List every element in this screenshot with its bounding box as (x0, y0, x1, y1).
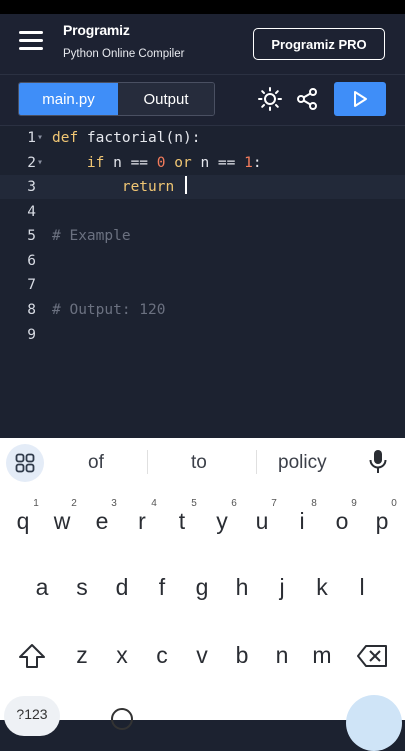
app-header: Programiz Python Online Compiler Program… (0, 14, 405, 75)
tab-main-py[interactable]: main.py (19, 83, 118, 115)
fold-chevron-icon[interactable]: ▾ (37, 151, 43, 175)
code-keyword: if (86, 154, 105, 171)
code-comment: # Output: 120 (52, 302, 166, 318)
key-r[interactable]: r (127, 508, 157, 535)
fold-chevron-icon[interactable]: ▾ (37, 126, 43, 150)
key-o[interactable]: o (327, 508, 357, 535)
keyboard-menu-button[interactable] (6, 444, 44, 482)
programiz-logo[interactable]: Programiz (63, 22, 130, 38)
code-line[interactable]: 1 ▾ def factorial(n): (0, 126, 405, 150)
suggestion-word[interactable]: policy (278, 452, 327, 474)
code-keyword: or (174, 154, 192, 171)
key-g[interactable]: g (187, 574, 217, 601)
code-line[interactable]: 9 (0, 323, 405, 347)
key-q[interactable]: q (8, 508, 38, 535)
code-number: 1 (244, 154, 253, 171)
key-f[interactable]: f (147, 574, 177, 601)
symbols-key[interactable]: ?123 (4, 696, 60, 736)
line-number: 5 (27, 228, 36, 244)
line-number: 3 (27, 179, 36, 195)
suggestion-bar: of to policy (0, 438, 405, 486)
code-line[interactable]: 4 (0, 200, 405, 224)
text-cursor (184, 176, 187, 194)
onscreen-keyboard: of to policy 1 2 3 4 5 6 7 8 9 0 q w e r… (0, 438, 405, 751)
share-icon[interactable] (295, 87, 319, 111)
editor-toolbar: main.py Output (0, 75, 405, 126)
line-number: 6 (27, 252, 36, 269)
key-n[interactable]: n (267, 642, 297, 669)
backspace-icon[interactable] (356, 644, 388, 668)
programiz-pro-button[interactable]: Programiz PRO (253, 28, 385, 60)
line-number: 1 (27, 130, 36, 146)
suggestion-word[interactable]: to (191, 452, 207, 474)
code-line[interactable]: 5 # Example (0, 224, 405, 248)
code-text: n == (104, 154, 157, 171)
key-c[interactable]: c (147, 642, 177, 669)
tab-output[interactable]: Output (118, 83, 214, 115)
hamburger-menu-icon[interactable] (19, 31, 43, 51)
play-icon (354, 91, 367, 107)
code-text: n == (191, 154, 245, 171)
suggestion-word[interactable]: of (88, 452, 104, 474)
code-comment: # Example (52, 228, 131, 244)
key-x[interactable]: x (107, 642, 137, 669)
key-h[interactable]: h (227, 574, 257, 601)
code-line[interactable]: 8 # Output: 120 (0, 298, 405, 322)
code-editor[interactable]: 1 ▾ def factorial(n): 2 ▾ if n == 0 or n… (0, 126, 405, 438)
key-a[interactable]: a (27, 574, 57, 601)
divider (147, 450, 148, 474)
run-button[interactable] (334, 82, 386, 116)
code-keyword: return (121, 179, 175, 195)
code-keyword: def (52, 130, 79, 146)
key-k[interactable]: k (307, 574, 337, 601)
microphone-icon[interactable] (368, 449, 388, 475)
key-e[interactable]: e (87, 508, 117, 535)
code-line[interactable]: 6 (0, 249, 405, 273)
status-bar (0, 0, 405, 14)
key-i[interactable]: i (287, 508, 317, 535)
sun-icon[interactable] (258, 87, 282, 111)
code-text: factorial(n): (78, 130, 201, 146)
line-number: 9 (27, 326, 36, 343)
file-tabs: main.py Output (18, 82, 215, 116)
key-b[interactable]: b (227, 642, 257, 669)
key-j[interactable]: j (267, 574, 297, 601)
key-l[interactable]: l (347, 574, 377, 601)
key-y[interactable]: y (207, 508, 237, 535)
line-number: 8 (27, 302, 36, 318)
code-line[interactable]: 2 ▾ if n == 0 or n == 1: (0, 151, 405, 175)
app-subtitle: Python Online Compiler (63, 48, 185, 60)
key-d[interactable]: d (107, 574, 137, 601)
code-text: : (252, 154, 262, 171)
line-number: 4 (27, 203, 36, 220)
emoji-icon[interactable] (111, 708, 133, 730)
key-v[interactable]: v (187, 642, 217, 669)
divider (256, 450, 257, 474)
key-m[interactable]: m (307, 642, 337, 669)
code-line[interactable]: 7 (0, 273, 405, 297)
code-number: 0 (156, 154, 166, 171)
grid-icon (15, 453, 35, 473)
line-number: 7 (27, 277, 36, 293)
key-t[interactable]: t (167, 508, 197, 535)
key-z[interactable]: z (67, 642, 97, 669)
line-number: 2 (27, 154, 36, 171)
shift-icon[interactable] (17, 642, 47, 670)
key-u[interactable]: u (247, 508, 277, 535)
enter-key[interactable] (346, 695, 402, 751)
key-s[interactable]: s (67, 574, 97, 601)
code-line-active[interactable]: 3 return (0, 175, 405, 199)
key-w[interactable]: w (47, 508, 77, 535)
key-p[interactable]: p (367, 508, 397, 535)
